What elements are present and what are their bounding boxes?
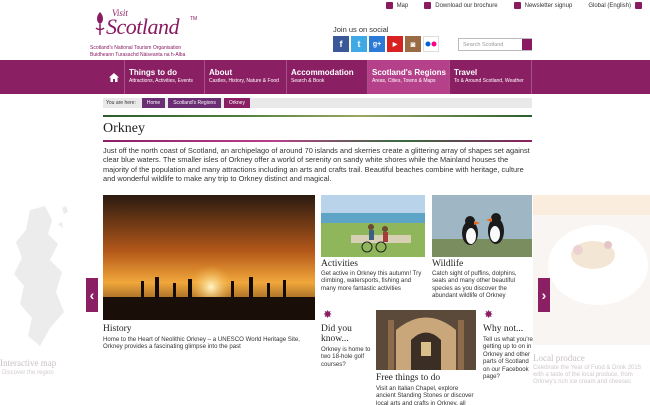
- nav-title: Travel: [454, 68, 478, 77]
- scotland-map-image[interactable]: [0, 200, 80, 350]
- nav-title: Accommodation: [291, 68, 354, 77]
- nav-subtitle: To & Around Scotland, Weather: [454, 78, 524, 84]
- activities-text: Get active in Orkney this autumn! Try cl…: [321, 270, 422, 292]
- google-plus-icon[interactable]: g+: [369, 36, 385, 52]
- star-icon: ✸: [484, 309, 494, 321]
- download-icon: [424, 2, 432, 9]
- top-links: Map Download our brochure Newsletter sig…: [385, 2, 642, 9]
- why-not-title: Why not...: [483, 324, 524, 334]
- free-things-text: Visit an Italian Chapel, explore ancient…: [376, 385, 474, 405]
- search-icon[interactable]: [522, 39, 532, 50]
- language-selector[interactable]: Global (English): [588, 2, 642, 9]
- facebook-icon[interactable]: f: [333, 36, 349, 52]
- breadcrumb: You are here: Home Scotland's Regions Or…: [103, 98, 532, 108]
- interactive-map-sub: Discover the region: [2, 370, 54, 376]
- star-icon: ✸: [323, 309, 333, 321]
- local-produce-label[interactable]: Local produce: [533, 353, 585, 363]
- social-heading: Join us on social: [333, 25, 389, 34]
- did-you-know-text: Orkney is home to two 18-hole golf cours…: [321, 346, 371, 368]
- breadcrumb-label: You are here:: [106, 100, 136, 106]
- wildlife-image[interactable]: [432, 195, 532, 257]
- nav-travel[interactable]: Travel To & Around Scotland, Weather: [450, 60, 532, 94]
- twitter-icon[interactable]: t: [351, 36, 367, 52]
- nav-about[interactable]: About Castles, History, Nature & Food: [205, 60, 287, 94]
- free-things-title[interactable]: Free things to do: [376, 373, 440, 383]
- nav-subtitle: Search & Book: [291, 78, 325, 84]
- social-icons: f t g+ ▶ ◙: [333, 36, 439, 52]
- newsletter-link-label: Newsletter signup: [524, 2, 573, 9]
- brochure-link-label: Download our brochure: [435, 2, 498, 9]
- title-divider: [103, 140, 532, 142]
- nav-subtitle: Attractions, Activities, Events: [129, 78, 193, 84]
- brochure-link[interactable]: Download our brochure: [424, 2, 498, 9]
- wildlife-text: Catch sight of puffins, dolphins, seals …: [432, 270, 517, 300]
- carousel-prev-button[interactable]: ‹: [86, 278, 98, 312]
- interactive-map-label[interactable]: Interactive map: [0, 358, 56, 368]
- map-link[interactable]: Map: [385, 2, 409, 9]
- history-title[interactable]: History: [103, 324, 132, 334]
- nav-title: Things to do: [129, 68, 177, 77]
- carousel-next-button[interactable]: ›: [538, 278, 550, 312]
- map-pin-icon: [385, 2, 393, 9]
- globe-icon: [635, 2, 642, 9]
- youtube-icon[interactable]: ▶: [387, 36, 403, 52]
- nav-title: About: [209, 68, 233, 77]
- history-image[interactable]: [103, 195, 315, 320]
- breadcrumb-current: Orkney: [223, 98, 250, 108]
- nav-subtitle: Areas, Cities, Towns & Maps: [372, 78, 436, 84]
- local-produce-image[interactable]: [533, 195, 650, 345]
- logo-trademark: TM: [190, 16, 198, 22]
- why-not-text: Tell us what you're getting up to on in …: [483, 336, 533, 381]
- newsletter-link[interactable]: Newsletter signup: [513, 2, 573, 9]
- logo-tagline-gaelic: Buidheann Turasachd Nàiseanta na h-Alba: [90, 52, 186, 58]
- breadcrumb-regions[interactable]: Scotland's Regions: [168, 98, 221, 108]
- nav-scotlands-regions[interactable]: Scotland's Regions Areas, Cities, Towns …: [368, 60, 450, 94]
- intro-paragraph: Just off the north coast of Scotland, an…: [103, 146, 530, 184]
- decorative-strip: [103, 115, 532, 117]
- nav-subtitle: Castles, History, Nature & Food: [209, 78, 279, 84]
- home-icon[interactable]: [103, 60, 125, 94]
- logo-tagline: Scotland's National Tourism Organisation: [90, 45, 182, 51]
- language-label: Global (English): [588, 2, 631, 9]
- nav-title: Scotland's Regions: [372, 68, 446, 77]
- page-title: Orkney: [103, 121, 145, 136]
- nav-accommodation[interactable]: Accommodation Search & Book: [287, 60, 368, 94]
- search-input[interactable]: Search Scotland: [458, 38, 532, 51]
- breadcrumb-home[interactable]: Home: [141, 98, 166, 108]
- instagram-icon[interactable]: ◙: [405, 36, 421, 52]
- chevron-right-icon: ›: [541, 287, 547, 303]
- map-link-label: Map: [396, 2, 409, 9]
- history-text: Home to the Heart of Neolithic Orkney – …: [103, 336, 300, 351]
- nav-things-to-do[interactable]: Things to do Attractions, Activities, Ev…: [125, 60, 205, 94]
- envelope-icon: [513, 2, 521, 9]
- main-nav: Things to do Attractions, Activities, Ev…: [0, 60, 650, 94]
- local-produce-sub: Celebrate the Year of Food & Drink 2015 …: [533, 365, 642, 385]
- logo-scotland-text: Scotland: [106, 14, 180, 39]
- flickr-icon[interactable]: [423, 36, 439, 52]
- free-things-image[interactable]: [376, 310, 476, 370]
- wildlife-title[interactable]: Wildlife: [432, 259, 463, 269]
- activities-image[interactable]: [321, 195, 425, 257]
- activities-title[interactable]: Activities: [321, 259, 358, 269]
- did-you-know-title: Did you know...: [321, 324, 352, 344]
- chevron-left-icon: ‹: [89, 287, 95, 303]
- visitscotland-logo[interactable]: Visit Scotland TM Scotland's National To…: [90, 8, 210, 58]
